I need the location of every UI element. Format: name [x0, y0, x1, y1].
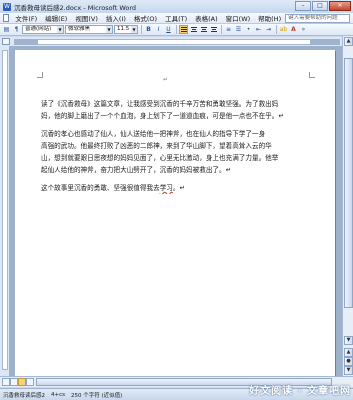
title-bar: W 沉香救母读后感2.docx - Microsoft Word – □ ✕: [0, 0, 353, 13]
crop-mark-top-right: [309, 72, 315, 78]
normal-view-button[interactable]: [2, 378, 10, 386]
font-combo[interactable]: 微软雅黑 ▼: [65, 25, 113, 34]
window-title: 沉香救母读后感2.docx - Microsoft Word: [14, 3, 137, 12]
document-icon[interactable]: [3, 14, 10, 22]
italic-button[interactable]: I: [154, 25, 163, 34]
paragraph-text: 这个故事里沉香的勇敢、坚强很值得我去: [41, 184, 160, 192]
font-size-combo[interactable]: 11.5 ▼: [114, 25, 138, 34]
styles-pane-icon[interactable]: ▤: [2, 25, 11, 34]
toolbar-separator: [276, 25, 277, 34]
menu-bar: 文件(F) 编辑(E) 视图(V) 插入(I) 格式(O) 工具(T) 表格(A…: [0, 13, 353, 24]
menu-insert[interactable]: 插入(I): [102, 13, 130, 23]
document-page[interactable]: ↵ 读了《沉香救母》这篇文章，让我感受到沉香的千辛万苦和勇敢坚强。为了救出妈 妈…: [15, 50, 335, 376]
scroll-down-button[interactable]: ▼: [344, 336, 353, 345]
bold-button[interactable]: B: [144, 25, 153, 34]
vertical-ruler[interactable]: [0, 46, 9, 376]
chevron-down-icon[interactable]: ▼: [57, 26, 63, 33]
align-justify-button[interactable]: [179, 25, 188, 34]
paragraph-line: 这个故事里沉香的勇敢、坚强很值得我去学习。↵: [41, 182, 313, 194]
paragraph-line: 妈，他的脚上磨出了一个个血泡，身上划下了一道道血痕，可是他一点也不在乎。↵: [41, 112, 284, 120]
status-document-name: 沉香救母读后感2: [3, 392, 45, 399]
vertical-scrollbar[interactable]: ▲ ▼ ▲ ● ▼: [342, 36, 353, 376]
tab-selector[interactable]: [2, 38, 10, 45]
scroll-up-button[interactable]: ▲: [344, 37, 353, 46]
outline-view-button[interactable]: [26, 378, 34, 386]
highlight-icon[interactable]: ab: [279, 25, 288, 34]
paragraph-line: 读了《沉香救母》这篇文章，让我感受到沉香的千辛万苦和勇敢坚强。为了救出妈: [41, 100, 279, 108]
menu-table[interactable]: 表格(A): [191, 13, 222, 23]
font-color-icon[interactable]: A: [289, 25, 298, 34]
format-painter-icon[interactable]: ¶: [12, 25, 21, 34]
paragraph-3[interactable]: 这个故事里沉香的勇敢、坚强很值得我去学习。↵: [41, 182, 313, 194]
select-browse-object-button[interactable]: ●: [344, 357, 353, 366]
align-right-button[interactable]: [209, 25, 218, 34]
status-word-count[interactable]: 250 个字符 (近似值): [71, 391, 122, 399]
horizontal-ruler[interactable]: [0, 37, 353, 46]
numbering-icon[interactable]: ☰: [234, 25, 243, 34]
paragraph-1[interactable]: 读了《沉香救母》这篇文章，让我感受到沉香的千辛万苦和勇敢坚强。为了救出妈 妈，他…: [41, 98, 313, 122]
spelling-underline-text: 学习: [159, 184, 173, 192]
menu-tools[interactable]: 工具(T): [161, 13, 191, 23]
formatting-toolbar: ▤ ¶ 普通(网站) ▼ 微软雅黑 ▼ 11.5 ▼ B I U ≡ ☰ • ⇤…: [0, 24, 353, 36]
menu-view[interactable]: 视图(V): [71, 13, 102, 23]
vertical-scroll-thumb[interactable]: [344, 58, 353, 308]
document-workspace: ↵ 读了《沉香救母》这篇文章，让我感受到沉香的千辛万苦和勇敢坚强。为了救出妈 妈…: [9, 46, 342, 376]
paragraph-line: 起仙人给他的神斧，奋力把大山劈开了，沉香的妈妈被救出了。↵: [41, 166, 232, 174]
toolbar-separator: [176, 25, 177, 34]
menu-edit[interactable]: 编辑(E): [41, 13, 71, 23]
next-page-button[interactable]: ▼: [344, 366, 353, 375]
ruler-track: [14, 39, 340, 45]
style-value: 普通(网站): [25, 26, 52, 32]
paragraph-line: 沉香的孝心也感动了仙人，仙人送给他一把神斧，也在仙人的指导下学了一身: [41, 130, 266, 138]
window-controls: – □ ✕: [294, 1, 351, 12]
previous-page-button[interactable]: ▲: [344, 348, 353, 357]
menu-format[interactable]: 格式(O): [130, 13, 161, 23]
maximize-button[interactable]: □: [312, 1, 328, 11]
paragraph-line: 山，想到就要跟日思夜想的妈妈见面了，心里无比激动，身上也充满了力量。他举: [41, 154, 279, 162]
paragraph-text: 。↵: [172, 184, 185, 192]
word-app-icon[interactable]: W: [3, 2, 11, 11]
toolbar-separator: [141, 25, 142, 34]
bullets-icon[interactable]: •: [244, 25, 253, 34]
increase-indent-icon[interactable]: ⇥: [264, 25, 273, 34]
watermark-text: 好文阅读 · 文章吧网: [249, 386, 351, 397]
web-view-button[interactable]: [10, 378, 18, 386]
line-spacing-icon[interactable]: ≡: [224, 25, 233, 34]
style-combo[interactable]: 普通(网站) ▼: [22, 25, 64, 34]
left-margin-marker[interactable]: [14, 39, 38, 45]
close-button[interactable]: ✕: [329, 1, 351, 11]
right-margin-marker[interactable]: [310, 39, 340, 45]
crop-mark-top-left: [37, 72, 43, 78]
paragraph-line: 高强的武功。他最终打败了凶恶的二郎神，来到了华山脚下，望着高耸入云的华: [41, 142, 272, 150]
font-size-value: 11.5: [117, 26, 130, 32]
help-search-input[interactable]: 键入需要帮助的问题: [285, 13, 350, 23]
decrease-indent-icon[interactable]: ⇤: [254, 25, 263, 34]
align-center-button[interactable]: [199, 25, 208, 34]
print-layout-view-button[interactable]: [18, 378, 26, 386]
toolbar-options-icon[interactable]: »: [299, 25, 308, 34]
minimize-button[interactable]: –: [295, 1, 311, 11]
underline-button[interactable]: U: [164, 25, 173, 34]
paragraph-mark: ↵: [163, 76, 169, 83]
status-size: 4+cs: [51, 391, 65, 398]
menu-help[interactable]: 帮助(H): [254, 13, 285, 23]
menu-file[interactable]: 文件(F): [11, 13, 41, 23]
align-left-button[interactable]: [189, 25, 198, 34]
paragraph-2[interactable]: 沉香的孝心也感动了仙人，仙人送给他一把神斧，也在仙人的指导下学了一身 高强的武功…: [41, 128, 313, 176]
vertical-ruler-track: [2, 50, 8, 370]
chevron-down-icon[interactable]: ▼: [131, 26, 137, 33]
menu-window[interactable]: 窗口(W): [222, 13, 255, 23]
font-value: 微软雅黑: [68, 26, 91, 32]
chevron-down-icon[interactable]: ▼: [106, 26, 112, 33]
toolbar-separator: [221, 25, 222, 34]
